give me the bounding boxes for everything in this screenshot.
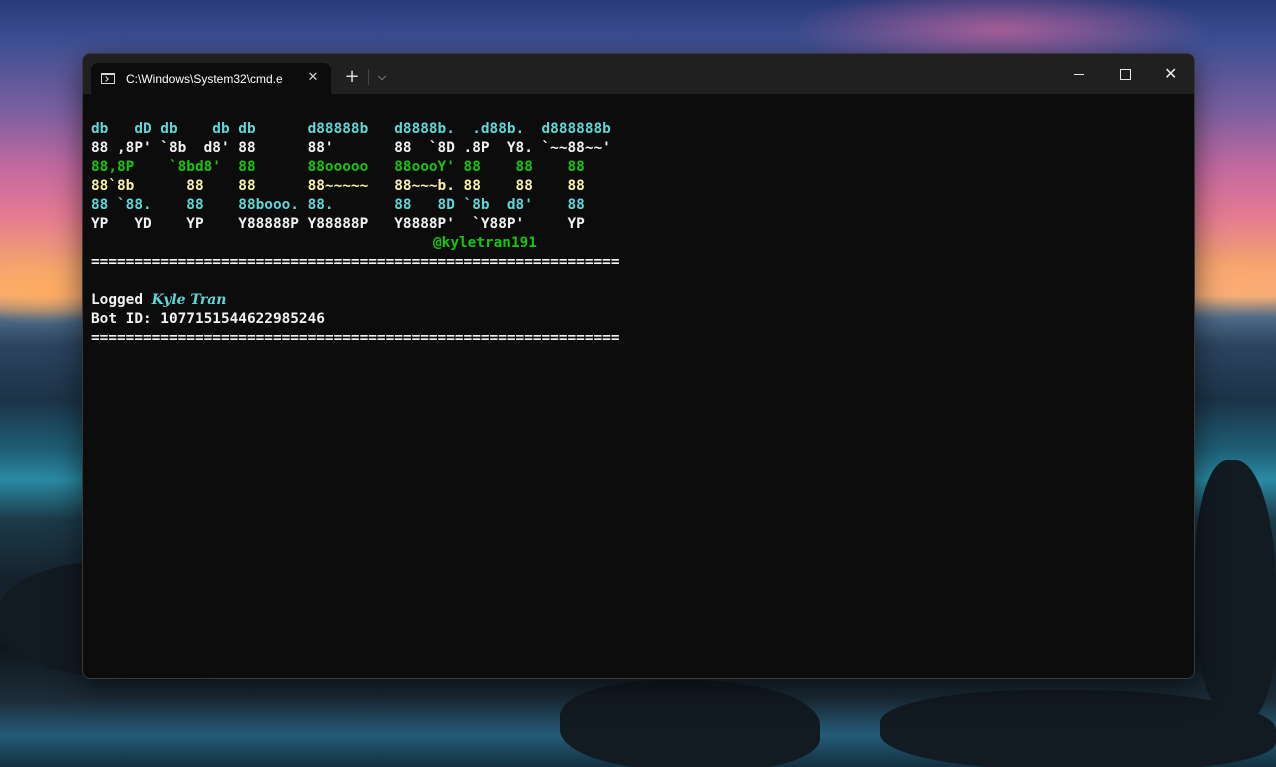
tab-title: C:\Windows\System32\cmd.e: [126, 72, 283, 86]
close-button[interactable]: ✕: [1148, 54, 1194, 94]
banner-line-2: 88 ,8P' `8b d8' 88 88' 88 `8D .8P Y8. `~…: [91, 140, 611, 156]
terminal-window: C:\Windows\System32\cmd.e ✕ + ⌵ ✕ db dD …: [82, 53, 1195, 679]
tab-cmd[interactable]: C:\Windows\System32\cmd.e ✕: [91, 63, 331, 94]
maximize-icon: [1120, 69, 1131, 80]
banner-line-4: 88`8b 88 88 88~~~~~ 88~~~b. 88 88 88: [91, 178, 585, 194]
banner-line-1: db dD db db db d88888b d8888b. .d88b. d8…: [91, 121, 611, 137]
cmd-icon: [101, 73, 115, 84]
console-output[interactable]: db dD db db db d88888b d8888b. .d88b. d8…: [91, 120, 1194, 678]
separator-bottom: ========================================…: [91, 330, 620, 346]
chevron-down-icon[interactable]: ⌵: [371, 66, 393, 88]
new-tab-button[interactable]: +: [341, 66, 363, 88]
banner-line-5: 88 `88. 88 88booo. 88. 88 8D `8b d8' 88: [91, 197, 585, 213]
title-bar[interactable]: C:\Windows\System32\cmd.e ✕ + ⌵ ✕: [83, 54, 1194, 94]
bot-id-line: Bot ID: 1077151544622985246: [91, 311, 325, 327]
banner-line-6: YP YD YP Y88888P Y88888P Y8888P' `Y88P' …: [91, 216, 585, 232]
tab-separator: [368, 69, 369, 85]
minimize-icon: [1074, 74, 1084, 75]
close-icon: ✕: [1164, 64, 1178, 83]
author-handle: @kyletran191: [433, 235, 537, 251]
logged-user-name: Kyle Tran: [151, 292, 227, 308]
logged-label: Logged: [91, 292, 152, 308]
maximize-button[interactable]: [1102, 54, 1148, 94]
tab-close-icon[interactable]: ✕: [305, 70, 321, 86]
banner-line-3: 88,8P `8bd8' 88 88ooooo 88oooY' 88 88 88: [91, 159, 585, 175]
minimize-button[interactable]: [1056, 54, 1102, 94]
logged-line: Logged Kyle Tran: [91, 291, 1194, 310]
separator-top: ========================================…: [91, 254, 620, 270]
